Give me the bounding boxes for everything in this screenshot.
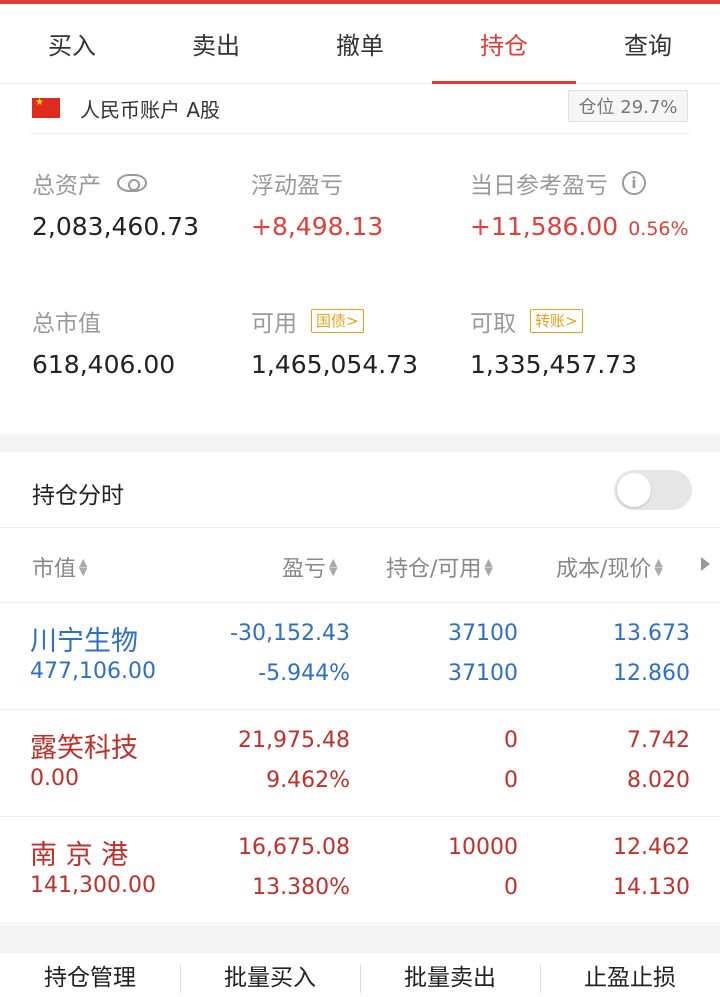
holdings-table-header: 市值 ▲ ▼ 盈亏 ▲ ▼ 持仓/可用 ▲ ▼ 成本/现价 ▲ ▼: [0, 529, 720, 603]
stock-cost: 7.742: [627, 728, 690, 753]
treasury-bond-link[interactable]: 国债>: [311, 309, 364, 333]
available-funds: 可用 国债> 1,465,054.73: [251, 304, 418, 379]
market-value: 总市值 618,406.00: [32, 304, 175, 379]
daily-pl: 当日参考盈亏 i +11,586.00 0.56%: [470, 166, 689, 241]
stock-market-value: 141,300.00: [30, 873, 156, 898]
position-ratio-badge: 仓位 29.7%: [568, 90, 688, 122]
tab-sell[interactable]: 卖出: [144, 4, 288, 83]
section-gap: [0, 434, 720, 452]
withdrawable-label: 可取: [470, 311, 516, 337]
sort-icon: ▲ ▼: [329, 556, 338, 578]
stock-holding: 37100: [448, 621, 518, 646]
sort-icon: ▲ ▼: [484, 556, 493, 578]
available-label: 可用: [251, 311, 297, 337]
market-value-label: 总市值: [32, 311, 101, 337]
header-cost-price[interactable]: 成本/现价 ▲ ▼: [556, 551, 663, 583]
stock-available: 0: [504, 768, 518, 793]
table-row[interactable]: 川宁生物 477,106.00 -30,152.43 -5.944% 37100…: [0, 603, 720, 710]
stock-cost: 12.462: [613, 835, 690, 860]
header-holding-available[interactable]: 持仓/可用 ▲ ▼: [386, 551, 493, 583]
table-row[interactable]: 露笑科技 0.00 21,975.48 9.462% 0 0 7.742 8.0…: [0, 710, 720, 817]
stock-market-value: 0.00: [30, 766, 79, 791]
tab-positions[interactable]: 持仓: [432, 4, 576, 84]
stock-market-value: 477,106.00: [30, 659, 156, 684]
stock-pl-percent: -5.944%: [258, 661, 350, 686]
table-row[interactable]: 南 京 港 141,300.00 16,675.08 13.380% 10000…: [0, 817, 720, 924]
batch-sell-button[interactable]: 批量卖出: [360, 953, 540, 997]
stock-holding: 10000: [448, 835, 518, 860]
floating-pl: 浮动盈亏 +8,498.13: [251, 166, 383, 241]
stock-pl-percent: 13.380%: [252, 875, 350, 900]
daily-pl-value: +11,586.00: [470, 212, 619, 241]
china-flag-icon: [32, 97, 60, 118]
daily-pl-percent: 0.56%: [628, 218, 689, 240]
account-bar: 人民币账户 A股 仓位 29.7%: [0, 86, 720, 132]
position-intraday-row: 持仓分时: [0, 452, 720, 528]
total-assets: 总资产 2,083,460.73: [32, 166, 199, 241]
stock-pl: 16,675.08: [238, 835, 350, 860]
account-name[interactable]: 人民币账户 A股: [80, 94, 220, 123]
position-intraday-toggle[interactable]: [614, 470, 692, 510]
stock-pl: 21,975.48: [238, 728, 350, 753]
scroll-right-icon[interactable]: [701, 557, 710, 571]
sort-icon: ▲ ▼: [79, 556, 88, 578]
batch-buy-button[interactable]: 批量买入: [180, 953, 360, 997]
floating-pl-value: +8,498.13: [251, 212, 384, 241]
stock-holding: 0: [504, 728, 518, 753]
position-intraday-label: 持仓分时: [32, 483, 124, 509]
withdrawable-value: 1,335,457.73: [470, 350, 637, 379]
stock-name: 露笑科技: [30, 733, 138, 764]
sort-icon: ▲ ▼: [654, 556, 663, 578]
total-assets-label: 总资产: [32, 173, 101, 199]
transfer-link[interactable]: 转账>: [530, 309, 583, 333]
info-icon[interactable]: i: [622, 171, 646, 195]
stock-available: 0: [504, 875, 518, 900]
manage-positions-button[interactable]: 持仓管理: [0, 953, 180, 997]
floating-pl-label: 浮动盈亏: [251, 173, 343, 199]
stock-price: 8.020: [627, 768, 690, 793]
stock-pl-percent: 9.462%: [266, 768, 350, 793]
stock-price: 14.130: [613, 875, 690, 900]
section-gap: [0, 925, 720, 953]
tab-query[interactable]: 查询: [576, 4, 720, 83]
tab-buy[interactable]: 买入: [0, 4, 144, 83]
stock-pl: -30,152.43: [230, 621, 350, 646]
total-assets-value: 2,083,460.73: [32, 212, 199, 241]
header-market-value[interactable]: 市值 ▲ ▼: [32, 551, 87, 583]
stock-name: 川宁生物: [30, 626, 138, 657]
stock-name: 南 京 港: [30, 840, 129, 871]
stock-cost: 13.673: [613, 621, 690, 646]
tab-cancel-order[interactable]: 撤单: [288, 4, 432, 83]
stock-available: 37100: [448, 661, 518, 686]
available-value: 1,465,054.73: [251, 350, 418, 379]
withdrawable-funds: 可取 转账> 1,335,457.73: [470, 304, 637, 379]
market-value-value: 618,406.00: [32, 350, 176, 379]
stock-price: 12.860: [613, 661, 690, 686]
take-profit-stop-loss-button[interactable]: 止盈止损: [540, 953, 720, 997]
header-profit-loss[interactable]: 盈亏 ▲ ▼: [282, 551, 337, 583]
trade-tabs: 买入 卖出 撤单 持仓 查询: [0, 4, 720, 84]
daily-pl-label: 当日参考盈亏: [470, 173, 608, 199]
bottom-actions: 持仓管理 批量买入 批量卖出 止盈止损: [0, 953, 720, 997]
divider: [30, 133, 690, 134]
eye-icon[interactable]: [117, 174, 147, 192]
